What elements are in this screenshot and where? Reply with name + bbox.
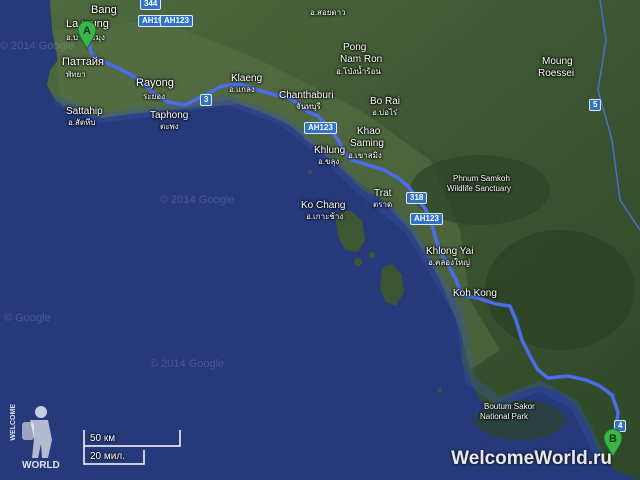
map-view[interactable]: © 2014 Google © 2014 Google © Google © 2… bbox=[0, 0, 640, 480]
scale-bar: 50 км 20 мил. bbox=[82, 428, 182, 468]
place-label: Koh Kong bbox=[453, 288, 497, 299]
place-label-thai: อ.เขาสมิง bbox=[348, 151, 382, 160]
place-label-thai: อ.สอยดาว bbox=[310, 8, 346, 17]
place-label: Khao bbox=[357, 126, 381, 137]
place-label: Boutum Sakor bbox=[484, 402, 535, 411]
marker-letter: A bbox=[83, 25, 91, 37]
place-label: Trat bbox=[374, 188, 392, 199]
place-label: Nam Ron bbox=[340, 54, 383, 65]
highway-shield: 5 bbox=[589, 99, 602, 111]
highway-shield: 3 bbox=[200, 94, 213, 106]
place-label-thai: ตะพง bbox=[160, 122, 179, 131]
highway-shield: AH123 bbox=[304, 122, 337, 134]
place-label: Klaeng bbox=[231, 73, 263, 84]
islet bbox=[438, 388, 442, 392]
place-label-thai: จันทบุรี bbox=[296, 102, 321, 111]
place-label-thai: อ.สัตหีบ bbox=[68, 118, 96, 127]
google-watermark: © 2014 Google bbox=[160, 194, 235, 206]
place-label-thai: อ.โป่งน้ำร้อน bbox=[336, 67, 381, 76]
place-label-thai: อ.คลองใหญ่ bbox=[428, 258, 470, 267]
site-watermark: WelcomeWorld.ru bbox=[451, 448, 612, 469]
place-label: Roessei bbox=[538, 68, 575, 79]
place-label: Sattahip bbox=[66, 106, 103, 117]
logo-text: WELCOME bbox=[10, 404, 17, 441]
place-label: Moung bbox=[542, 56, 573, 67]
map-pin-icon: A bbox=[77, 20, 97, 51]
highway-shield: 318 bbox=[406, 192, 428, 204]
place-label: Паттайя bbox=[62, 56, 104, 68]
place-label: Bo Rai bbox=[370, 96, 401, 107]
place-label-thai: อ.บ่อไร่ bbox=[372, 108, 398, 117]
place-label: Ko Chang bbox=[301, 200, 346, 211]
islet bbox=[369, 252, 375, 258]
place-label: Pong bbox=[343, 42, 367, 53]
highway-shield: 344 bbox=[140, 0, 162, 10]
forest-patch bbox=[485, 230, 635, 350]
logo-text: WORLD bbox=[22, 460, 60, 471]
scale-mi: 20 мил. bbox=[90, 451, 125, 462]
place-label-thai: อ.ขลุง bbox=[318, 157, 340, 166]
place-label: Bang bbox=[91, 4, 117, 16]
place-label: Khlung bbox=[314, 145, 346, 156]
google-watermark: © 2014 Google bbox=[150, 358, 225, 370]
google-watermark: © 2014 Google bbox=[0, 40, 75, 52]
place-label-thai: อ.แกลง bbox=[229, 85, 255, 94]
google-watermark: © Google bbox=[4, 312, 51, 324]
islet bbox=[354, 258, 362, 266]
place-label: National Park bbox=[480, 412, 529, 421]
place-label: Saming bbox=[350, 138, 384, 149]
place-label: Chanthaburi bbox=[279, 90, 334, 101]
start-marker[interactable]: A bbox=[76, 20, 98, 51]
marker-letter: B bbox=[609, 433, 617, 445]
place-label: Taphong bbox=[150, 110, 189, 121]
highway-shield: AH123 bbox=[160, 15, 193, 27]
highway-shield: AH123 bbox=[410, 213, 443, 225]
place-label: Phnum Samkoh bbox=[453, 174, 510, 183]
place-label-thai: อ.เกาะช้าง bbox=[306, 212, 344, 221]
place-label-thai: พัทยา bbox=[66, 70, 86, 79]
place-label-thai: ระยอง bbox=[143, 92, 165, 101]
place-label: Rayong bbox=[136, 77, 174, 89]
place-label-thai: ตราด bbox=[373, 200, 393, 209]
place-label: Khlong Yai bbox=[426, 246, 474, 257]
islet bbox=[308, 170, 312, 174]
place-label: Wildlife Sanctuary bbox=[447, 184, 512, 193]
welcomeworld-logo: WELCOME WORLD bbox=[8, 402, 66, 474]
scale-km: 50 км bbox=[90, 433, 116, 444]
